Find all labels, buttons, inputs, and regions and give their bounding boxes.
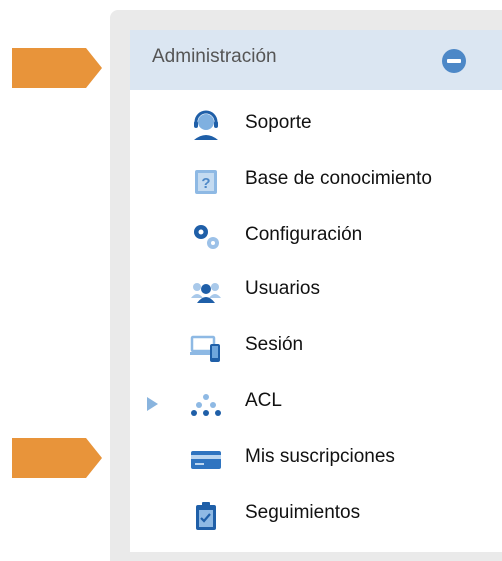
callout-arrow xyxy=(12,438,102,478)
menu-item-soporte[interactable]: Soporte xyxy=(130,98,502,154)
menu-item-mis-suscripciones[interactable]: Mis suscripciones xyxy=(130,432,502,488)
menu-item-label: Seguimientos xyxy=(245,502,361,523)
headset-agent-icon xyxy=(194,110,218,140)
gears-icon xyxy=(194,225,219,249)
users-icon xyxy=(191,283,221,303)
devices-icon xyxy=(190,335,220,362)
menu-item-acl[interactable]: ACL xyxy=(130,376,502,432)
menu-item-seguimientos[interactable]: Seguimientos xyxy=(130,488,502,544)
menu-item-sesion[interactable]: Sesión xyxy=(130,320,502,376)
svg-text:?: ? xyxy=(201,175,210,192)
nodes-icon xyxy=(191,394,221,416)
menu-item-label: Base de conocimiento xyxy=(245,168,432,189)
menu-title: Administración xyxy=(152,46,277,67)
menu-item-label: Usuarios xyxy=(245,278,320,299)
menu-item-usuarios[interactable]: Usuarios xyxy=(130,264,502,320)
credit-card-icon xyxy=(191,451,221,469)
collapse-icon[interactable] xyxy=(442,49,466,73)
menu-item-base-de-conocimiento[interactable]: ? Base de conocimiento xyxy=(130,154,502,210)
menu-item-label: Mis suscripciones xyxy=(245,446,395,467)
menu-item-label: Soporte xyxy=(245,112,312,133)
menu-item-label: Configuración xyxy=(245,224,363,245)
question-book-icon: ? xyxy=(195,170,217,194)
callout-arrow xyxy=(12,48,102,88)
menu-item-label: ACL xyxy=(245,390,282,411)
menu-item-configuracion[interactable]: Configuración xyxy=(130,210,502,266)
menu-item-label: Sesión xyxy=(245,334,304,355)
clipboard-check-icon xyxy=(196,502,216,530)
